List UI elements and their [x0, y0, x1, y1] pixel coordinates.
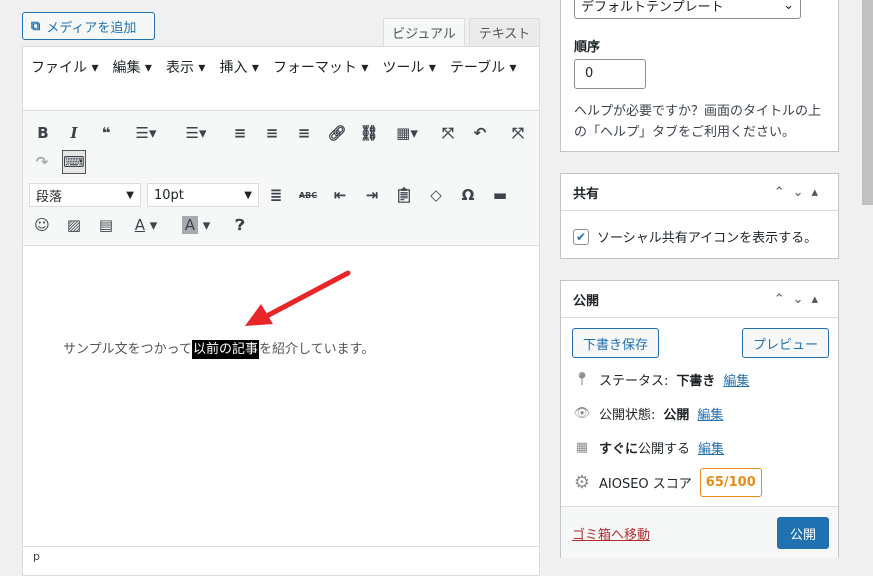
toolbar: B I ❝ ☰▾ ☰▾ ≡ ≡ ≡ 🔗︎ ⛓ ▦▾ ⤧ ↶ ⤧ ↷ ⌨ 段落 ▼ … — [23, 110, 539, 246]
bold-icon[interactable]: B — [31, 121, 55, 145]
publish-panel: 公開 ⌃⌄▴ 下書き保存 プレビュー 📍︎ ステータス: 下書き 編集 👁︎ 公開状態: 公… — [560, 280, 839, 558]
panel-controls[interactable]: ⌃⌄▴ — [774, 292, 826, 307]
align-right-icon[interactable]: ≡ — [292, 121, 316, 145]
content-area[interactable]: サンプル文をつかって以前の記事を紹介しています。 — [23, 246, 539, 546]
menu-tools[interactable]: ツール ▾ — [382, 51, 435, 82]
menubar: ファイル ▾ 編集 ▾ 表示 ▾ 挿入 ▾ フォーマット ▾ ツール ▾ テーブ… — [23, 47, 539, 110]
font-size-select[interactable]: 10pt ▼ — [147, 183, 259, 207]
scrollbar[interactable] — [862, 0, 873, 572]
redo-icon[interactable]: ↷ — [30, 150, 54, 174]
edit-status-link[interactable]: 編集 — [723, 370, 749, 389]
editor: ファイル ▾ 編集 ▾ 表示 ▾ 挿入 ▾ フォーマット ▾ ツール ▾ テーブ… — [22, 46, 540, 576]
share-title: 共有 — [573, 186, 600, 202]
video-icon[interactable]: ▤ — [94, 213, 118, 237]
publish-title: 公開 — [573, 293, 600, 309]
aioseo-gear-icon: ⚙ — [573, 472, 591, 493]
horizontal-rule-icon[interactable]: ▬ — [488, 183, 512, 207]
numbered-list-icon[interactable]: ☰▾ — [178, 121, 214, 145]
red-arrow-icon — [245, 270, 351, 326]
fullscreen-icon[interactable]: ⤧ — [436, 121, 460, 145]
menu-edit[interactable]: 編集 ▾ — [112, 51, 151, 82]
justify-icon[interactable]: ≣ — [264, 183, 288, 207]
publish-button[interactable]: 公開 — [777, 517, 829, 549]
link-icon[interactable]: 🔗︎ — [325, 121, 349, 145]
strikethrough-icon[interactable]: ABC — [296, 183, 320, 207]
panel-controls[interactable]: ⌃⌄▴ — [774, 185, 826, 200]
text-color-icon[interactable]: A ▾ — [126, 213, 166, 237]
align-center-icon[interactable]: ≡ — [260, 121, 284, 145]
add-media-button[interactable]: ⧉ メディアを追加 — [22, 12, 155, 40]
preview-button[interactable]: プレビュー — [742, 328, 829, 358]
blockquote-icon[interactable]: ❝ — [94, 121, 118, 145]
trash-link[interactable]: ゴミ箱へ移動 — [572, 524, 650, 543]
help-text: ヘルプが必要ですか？画面のタイトルの上の「ヘルプ」タブをご利用ください。 — [574, 104, 822, 140]
undo-icon[interactable]: ↶ — [468, 121, 492, 145]
edit-visibility-link[interactable]: 編集 — [697, 404, 723, 423]
menu-table[interactable]: テーブル ▾ — [450, 51, 517, 82]
menu-file[interactable]: ファイル ▾ — [31, 51, 98, 82]
format-select[interactable]: 段落 ▼ — [29, 183, 141, 207]
align-left-icon[interactable]: ≡ — [228, 121, 252, 145]
eye-icon: 👁︎ — [573, 406, 591, 421]
special-character-icon[interactable]: Ω — [456, 183, 480, 207]
share-panel: 共有 ⌃⌄▴ ✔ ソーシャル共有アイコンを表示する。 — [560, 173, 839, 259]
bullet-list-icon[interactable]: ☰▾ — [128, 121, 164, 145]
scrollbar-thumb[interactable] — [862, 0, 873, 205]
help-icon[interactable]: ❓︎ — [228, 213, 252, 237]
edit-schedule-link[interactable]: 編集 — [698, 438, 724, 457]
media-icon: ⧉ — [31, 18, 41, 34]
save-draft-button[interactable]: 下書き保存 — [572, 328, 659, 358]
status-path: p — [23, 546, 539, 566]
table-icon[interactable]: ▦▾ — [389, 121, 425, 145]
menu-insert[interactable]: 挿入 ▾ — [219, 51, 258, 82]
image-icon[interactable]: ▨ — [62, 213, 86, 237]
template-select[interactable]: デフォルトテンプレート ⌄ — [574, 0, 801, 19]
aioseo-score-badge[interactable]: 65/100 — [699, 468, 762, 497]
order-input[interactable]: 0 — [574, 59, 646, 89]
checkbox-checked-icon[interactable]: ✔ — [573, 228, 589, 245]
menu-format[interactable]: フォーマット ▾ — [273, 51, 368, 82]
page-attributes-panel: デフォルトテンプレート ⌄ 順序 0 ヘルプが必要ですか？画面のタイトルの上の「ヘ… — [560, 0, 839, 152]
tab-visual[interactable]: ビジュアル — [383, 18, 465, 47]
outdent-icon[interactable]: ⇤ — [328, 183, 352, 207]
menu-view[interactable]: 表示 ▾ — [166, 51, 205, 82]
pin-icon: 📍︎ — [573, 372, 591, 387]
order-label: 順序 — [574, 40, 601, 55]
unlink-icon[interactable]: ⛓ — [357, 121, 381, 145]
emoji-icon[interactable]: ☺ — [30, 213, 54, 237]
share-checkbox-row[interactable]: ✔ ソーシャル共有アイコンを表示する。 — [573, 227, 817, 246]
tab-text[interactable]: テキスト — [469, 18, 540, 47]
calendar-icon: ▦ — [575, 440, 589, 455]
distraction-free-icon[interactable]: ⤧ — [506, 121, 530, 145]
indent-icon[interactable]: ⇥ — [360, 183, 384, 207]
paste-text-icon[interactable]: 📋︎ — [392, 183, 416, 207]
italic-icon[interactable]: I — [62, 121, 86, 145]
toolbar-toggle-icon[interactable]: ⌨ — [62, 150, 86, 174]
clear-formatting-icon[interactable]: ◇ — [424, 183, 448, 207]
background-color-icon[interactable]: A ▾ — [176, 213, 216, 237]
